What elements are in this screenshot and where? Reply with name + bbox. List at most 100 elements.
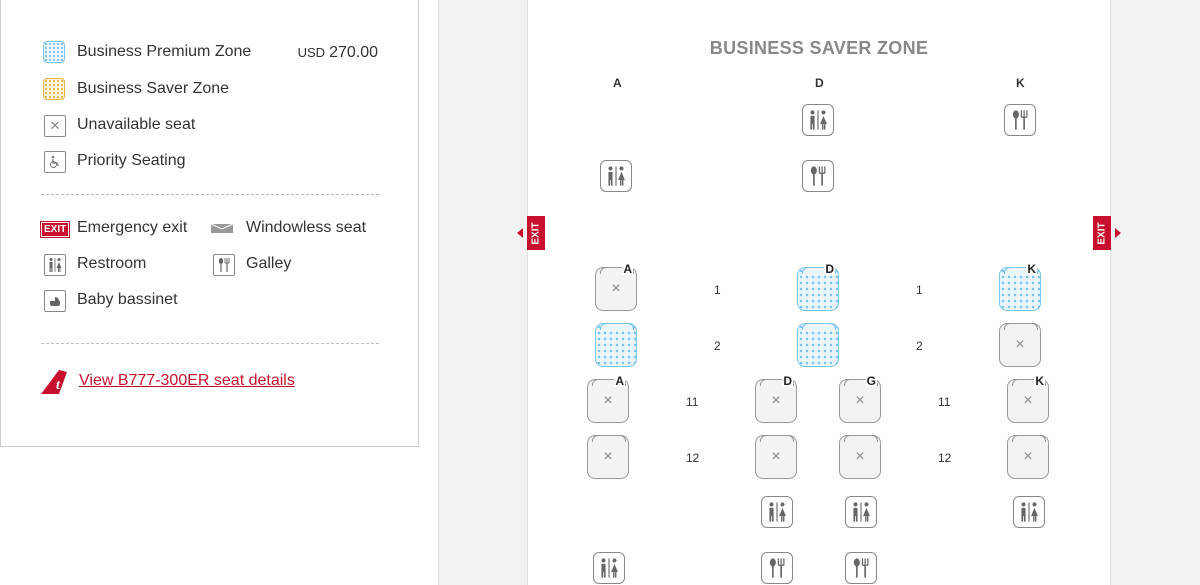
unavailable-mark: × [603,448,613,465]
row-number-1: 1 [714,283,721,297]
legend-divider [41,194,379,195]
column-header-a: A [613,76,622,90]
view-seat-details-link[interactable]: View B777-300ER seat details [79,372,295,390]
aircraft-details-link-row: t View B777-300ER seat details [41,368,295,394]
legend-exit-label: Emergency exit [77,219,188,236]
row-number-11: 11 [686,395,699,409]
legend-priority-label: Priority Seating [77,152,186,169]
seat-12A[interactable]: × [587,435,629,479]
galley-icon [761,552,793,584]
exit-left-label: EXIT [530,221,542,245]
emergency-exit-icon: EXIT [39,215,71,241]
seat-letter: D [782,374,793,388]
galley-icon [210,251,236,277]
seat-12D[interactable]: × [755,435,797,479]
restroom-icon [1013,496,1045,528]
unavailable-mark: × [855,448,865,465]
seat-11K[interactable]: × K [1007,375,1049,423]
seat-letter: A [614,374,625,388]
brand-logo-icon: t [41,370,67,394]
exit-left-arrow-icon [517,228,523,238]
restroom-icon [41,251,67,277]
row-number-12: 12 [686,451,700,465]
seat-letter: A [622,262,633,276]
column-header-k: K [1016,76,1025,90]
seat-legend-panel: Business Premium Zone USD 270.00 Business… [0,0,419,447]
wheelchair-icon [41,148,67,174]
unavailable-mark: × [611,280,621,297]
windowless-icon [210,215,236,241]
seat-2K[interactable]: × [999,323,1041,367]
premium-price-value: 270.00 [329,44,378,61]
seat-letter: D [824,262,835,276]
unavailable-mark: × [603,392,613,409]
legend-galley-label: Galley [246,255,292,272]
seat-1D[interactable]: D [797,263,839,311]
column-header-d: D [815,76,824,90]
legend-premium: Business Premium Zone [41,39,251,65]
seat-letter: K [1026,262,1037,276]
premium-currency: USD [297,45,326,60]
legend-unavailable: ✕ Unavailable seat [41,112,195,138]
unavailable-mark: × [1015,336,1025,353]
restroom-icon [761,496,793,528]
unavailable-icon: × [587,435,629,479]
galley-icon [802,160,834,192]
legend-premium-label: Business Premium Zone [77,43,252,60]
unavailable-icon: × [999,323,1041,367]
seat-2D[interactable] [797,323,839,367]
legend-bassinet: Baby bassinet [41,287,178,313]
legend-unavailable-label: Unavailable seat [77,116,196,133]
premium-price: USD 270.00 [298,44,378,62]
restroom-icon [845,496,877,528]
emergency-exit-left: EXIT [527,216,545,250]
row-number-11-right: 11 [938,395,951,409]
unavailable-mark: × [1023,448,1033,465]
galley-icon [845,552,877,584]
premium-zone-swatch-icon [41,39,67,65]
row-number-12-right: 12 [938,451,952,465]
unavailable-mark: × [1023,392,1033,409]
seat-letter: K [1034,374,1045,388]
seat-11A[interactable]: × A [587,375,629,423]
seat-11G[interactable]: × G [839,375,881,423]
seat-2A[interactable] [595,323,637,367]
saver-zone-swatch-icon [41,76,67,102]
row-number-2: 2 [714,339,721,353]
seat-1A[interactable]: × A [595,263,637,311]
seat-11D[interactable]: × D [755,375,797,423]
unavailable-icon: × [755,435,797,479]
unavailable-mark: × [771,448,781,465]
unavailable-icon: × [839,435,881,479]
legend-restroom-label: Restroom [77,255,147,272]
legend-saver-label: Business Saver Zone [77,80,230,97]
legend-exit: EXIT Emergency exit [39,215,188,241]
legend-windowless: Windowless seat [210,215,366,241]
restroom-icon [802,104,834,136]
legend-galley: Galley [210,251,291,277]
unavailable-icon: × [1007,435,1049,479]
unavailable-seat-icon: ✕ [41,112,67,138]
restroom-icon [600,160,632,192]
legend-windowless-label: Windowless seat [246,219,367,236]
legend-saver: Business Saver Zone [41,76,229,102]
emergency-exit-right: EXIT [1093,216,1111,250]
seat-12K[interactable]: × [1007,435,1049,479]
seat-1K[interactable]: K [999,263,1041,311]
exit-right-arrow-icon [1115,228,1121,238]
row-number-1-right: 1 [916,283,923,297]
legend-bassinet-label: Baby bassinet [77,291,178,308]
exit-right-label: EXIT [1096,221,1108,245]
legend-priority: Priority Seating [41,148,186,174]
restroom-icon [593,552,625,584]
zone-title: BUSINESS SAVER ZONE [709,38,929,58]
seat-12G[interactable]: × [839,435,881,479]
galley-icon [1004,104,1036,136]
row-number-2-right: 2 [916,339,923,353]
unavailable-mark: × [855,392,865,409]
legend-restroom: Restroom [41,251,146,277]
legend-divider-2 [41,343,379,344]
exit-badge: EXIT [39,221,71,238]
seat-letter: G [865,374,877,388]
bassinet-icon [41,287,67,313]
